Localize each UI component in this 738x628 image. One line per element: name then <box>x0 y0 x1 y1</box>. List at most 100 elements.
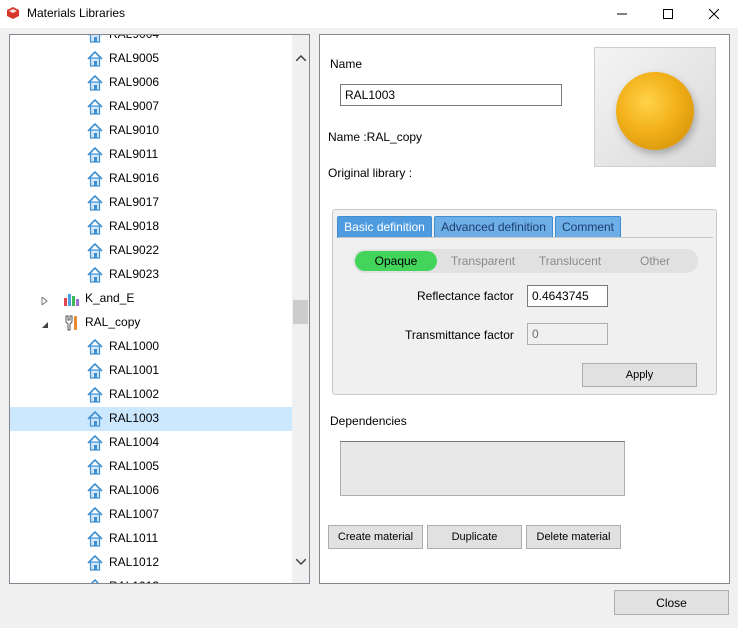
tree-item-label: RAL1012 <box>109 555 160 569</box>
tree-group-label: K_and_E <box>85 291 135 305</box>
tree-item-label: RAL9022 <box>109 243 160 257</box>
scroll-down-button[interactable] <box>292 553 309 570</box>
material-house-icon <box>86 482 104 500</box>
scroll-thumb[interactable] <box>293 300 308 324</box>
collapse-arrow-icon[interactable] <box>41 318 49 328</box>
transmittance-input: 0 <box>527 323 608 345</box>
tree-item-label: RAL1006 <box>109 483 160 497</box>
material-house-icon <box>86 410 104 428</box>
tree-item[interactable]: RAL9010 <box>10 119 293 143</box>
tree-item[interactable]: RAL9023 <box>10 263 293 287</box>
name-info: Name :RAL_copy <box>328 130 423 144</box>
chevron-up-icon <box>295 54 306 61</box>
create-material-button[interactable]: Create material <box>328 525 423 549</box>
tree-item[interactable]: RAL9004 <box>10 34 293 47</box>
material-house-icon <box>86 338 104 356</box>
tree-item-label: RAL1002 <box>109 387 160 401</box>
segment-transparent[interactable]: Transparent <box>441 251 525 271</box>
tree-item-label: RAL9006 <box>109 75 160 89</box>
scroll-up-button[interactable] <box>292 49 309 66</box>
material-house-icon <box>86 266 104 284</box>
tree-item[interactable]: RAL1013 <box>10 575 293 583</box>
tree-item[interactable]: RAL9017 <box>10 191 293 215</box>
material-house-icon <box>86 170 104 188</box>
tree-item[interactable]: RAL1006 <box>10 479 293 503</box>
delete-material-button[interactable]: Delete material <box>526 525 621 549</box>
tree-item[interactable]: RAL9022 <box>10 239 293 263</box>
material-house-icon <box>86 530 104 548</box>
tree-item-label: RAL1000 <box>109 339 160 353</box>
tree-item[interactable]: RAL9016 <box>10 167 293 191</box>
opacity-segmented-control: Opaque Transparent Translucent Other <box>353 249 698 273</box>
title-bar: Materials Libraries <box>0 0 738 28</box>
tab-basic-definition[interactable]: Basic definition <box>337 216 432 238</box>
library-tools-icon <box>62 314 80 332</box>
dependencies-label: Dependencies <box>330 414 407 428</box>
tree-group[interactable]: K_and_E <box>10 287 293 311</box>
minimize-button[interactable] <box>599 0 645 28</box>
tree-item[interactable]: RAL1001 <box>10 359 293 383</box>
material-house-icon <box>86 434 104 452</box>
tab-advanced-definition[interactable]: Advanced definition <box>434 216 553 238</box>
tree-item[interactable]: RAL9006 <box>10 71 293 95</box>
tree-group[interactable]: RAL_copy <box>10 311 293 335</box>
tree-item-label: RAL1007 <box>109 507 160 521</box>
segment-translucent[interactable]: Translucent <box>528 251 612 271</box>
tree-item[interactable]: RAL1012 <box>10 551 293 575</box>
close-button[interactable]: Close <box>614 590 729 615</box>
apply-button[interactable]: Apply <box>582 363 697 387</box>
material-house-icon <box>86 194 104 212</box>
tree-item[interactable]: RAL1000 <box>10 335 293 359</box>
tree-item[interactable]: RAL1011 <box>10 527 293 551</box>
tree-item[interactable]: RAL1007 <box>10 503 293 527</box>
material-house-icon <box>86 50 104 68</box>
material-house-icon <box>86 386 104 404</box>
tree-scrollbar[interactable] <box>292 35 309 583</box>
material-house-icon <box>86 146 104 164</box>
tree-item-label: RAL1011 <box>109 531 159 545</box>
maximize-icon <box>663 9 673 19</box>
tree-item-label: RAL1001 <box>109 363 160 377</box>
tree-item-label: RAL9017 <box>109 195 160 209</box>
material-house-icon <box>86 35 104 44</box>
definition-group: Basic definition Advanced definition Com… <box>332 209 717 395</box>
tree-item[interactable]: RAL1004 <box>10 431 293 455</box>
tab-divider <box>338 237 713 238</box>
material-house-icon <box>86 578 104 583</box>
tree-item-label: RAL9005 <box>109 51 160 65</box>
expand-arrow-icon[interactable] <box>41 294 49 307</box>
material-tree[interactable]: RAL9004 RAL9005 RAL9006 RAL9007 RAL9010 RAL90… <box>9 34 310 584</box>
material-house-icon <box>86 458 104 476</box>
segment-other[interactable]: Other <box>615 251 695 271</box>
transmittance-label: Transmittance factor <box>405 328 514 342</box>
tree-item-label: RAL9018 <box>109 219 160 233</box>
maximize-button[interactable] <box>645 0 691 28</box>
material-preview <box>594 47 716 167</box>
name-label: Name <box>330 57 363 71</box>
tree-item[interactable]: RAL9011 <box>10 143 293 167</box>
tree-item[interactable]: RAL9007 <box>10 95 293 119</box>
tree-item-label: RAL1003 <box>109 411 160 425</box>
original-library-label: Original library : <box>328 166 413 180</box>
tree-item-label: RAL9004 <box>109 34 160 41</box>
material-house-icon <box>86 506 104 524</box>
tree-item[interactable]: RAL9005 <box>10 47 293 71</box>
tree-item[interactable]: RAL1002 <box>10 383 293 407</box>
material-house-icon <box>86 74 104 92</box>
app-icon <box>7 7 19 19</box>
chevron-down-icon <box>295 558 306 565</box>
window-title: Materials Libraries <box>27 6 126 20</box>
dependencies-list[interactable] <box>340 441 625 496</box>
duplicate-button[interactable]: Duplicate <box>427 525 522 549</box>
reflectance-input[interactable]: 0.4643745 <box>527 285 608 307</box>
tab-comment[interactable]: Comment <box>555 216 621 238</box>
close-window-button[interactable] <box>691 0 737 28</box>
name-input[interactable]: RAL1003 <box>340 84 562 106</box>
segment-opaque[interactable]: Opaque <box>355 251 437 271</box>
reflectance-label: Reflectance factor <box>417 289 514 303</box>
tree-item-label: RAL1005 <box>109 459 160 473</box>
tree-item[interactable]: RAL9018 <box>10 215 293 239</box>
tree-item[interactable]: RAL1003 <box>10 407 293 431</box>
tree-item[interactable]: RAL1005 <box>10 455 293 479</box>
tree-item-label: RAL1013 <box>109 579 159 583</box>
